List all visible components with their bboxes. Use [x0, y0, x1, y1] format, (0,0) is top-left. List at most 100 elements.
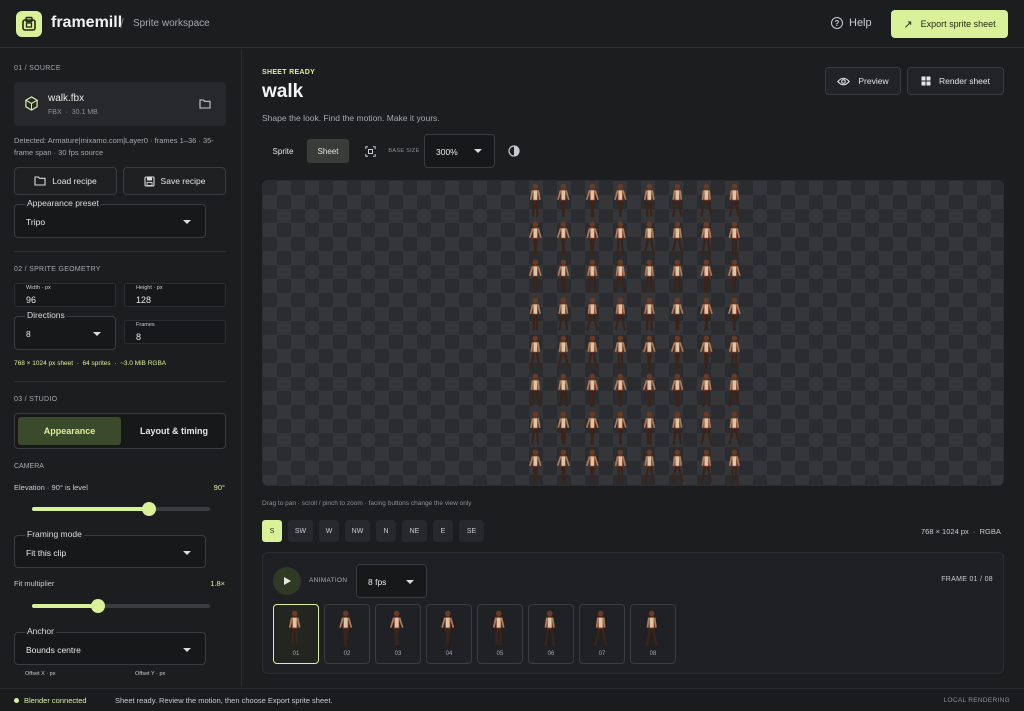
sheet-summary: 768 × 1024 px sheet · 64 sprites · ~3.0 …: [14, 360, 167, 367]
sprite-cell: [664, 371, 693, 409]
direction-button-w[interactable]: W: [319, 520, 339, 542]
load-recipe-button[interactable]: Load recipe: [14, 167, 117, 195]
direction-button-sw[interactable]: SW: [288, 520, 313, 542]
base-size-select[interactable]: 300%: [424, 134, 495, 168]
tab-sheet[interactable]: Sheet: [307, 139, 349, 163]
base-size-label: BASE SIZE: [388, 148, 420, 154]
anchor-select[interactable]: Anchor Bounds centre: [14, 626, 206, 665]
sprite-cell: [521, 257, 550, 295]
framing-mode-label: Framing mode: [25, 529, 84, 539]
frame-figure: [542, 610, 557, 652]
frame-number: 07: [598, 651, 606, 657]
sheet-format: RGBA: [979, 527, 1001, 536]
frame-thumbnail[interactable]: 08: [630, 604, 676, 664]
sprite-cell: [692, 371, 721, 409]
direction-button-se[interactable]: SE: [459, 520, 484, 542]
sprite-cell: [607, 447, 636, 485]
frame-number: 08: [649, 651, 657, 657]
sprite-cell: [521, 219, 550, 257]
frame-thumbnail[interactable]: 03: [375, 604, 421, 664]
preview-button[interactable]: Preview: [825, 67, 901, 95]
frame-thumbnail[interactable]: 06: [528, 604, 574, 664]
frame-thumbnail[interactable]: 01: [273, 604, 319, 664]
sprite-cell: [664, 409, 693, 447]
direction-button-s[interactable]: S: [262, 520, 282, 542]
width-field[interactable]: Width · px 96: [14, 283, 116, 307]
tab-layout-timing[interactable]: Layout & timing: [125, 417, 223, 445]
folder-icon[interactable]: [199, 98, 211, 109]
render-sheet-button[interactable]: Render sheet: [907, 67, 1004, 95]
sprite-cell: [664, 295, 693, 333]
frame-thumbnail[interactable]: 04: [426, 604, 472, 664]
play-button[interactable]: [273, 567, 301, 595]
elevation-slider[interactable]: [32, 502, 210, 516]
direction-button-e[interactable]: E: [433, 520, 453, 542]
anchor-label: Anchor: [25, 626, 56, 636]
sidebar: 01 / SOURCE walk.fbx FBX · 30.1 MB Detec…: [0, 49, 242, 687]
frame-number: 03: [394, 651, 402, 657]
section-title-geometry: 02 / SPRITE GEOMETRY: [14, 266, 101, 273]
tab-sprite[interactable]: Sprite: [262, 139, 304, 163]
sprite-cell: [550, 371, 579, 409]
fps-select[interactable]: 8 fps: [356, 564, 427, 598]
sprite-cell: [635, 447, 664, 485]
sprite-cell: [550, 409, 579, 447]
fit-view-icon[interactable]: [362, 139, 378, 163]
save-recipe-button[interactable]: Save recipe: [123, 167, 226, 195]
direction-button-n[interactable]: N: [376, 520, 396, 542]
sprite-cell: [550, 181, 579, 219]
contrast-icon[interactable]: [506, 139, 522, 163]
frame-thumbnail[interactable]: 02: [324, 604, 370, 664]
sprite-cell: [521, 371, 550, 409]
slider-handle[interactable]: [142, 502, 157, 516]
export-sprite-sheet-button[interactable]: ↗ Export sprite sheet: [891, 10, 1008, 38]
tab-appearance[interactable]: Appearance: [18, 417, 121, 445]
divider: [14, 381, 226, 382]
frame-counter: FRAME 01 / 08: [941, 576, 993, 583]
base-size-value: 300%: [436, 147, 458, 157]
height-field[interactable]: Height · px 128: [124, 283, 226, 307]
framing-mode-select[interactable]: Framing mode Fit this clip: [14, 529, 206, 568]
frame-number: 06: [547, 651, 555, 657]
slider-handle[interactable]: [90, 599, 105, 613]
frame-number: 04: [445, 651, 453, 657]
help-label: Help: [849, 17, 872, 29]
sprite-cell: [521, 181, 550, 219]
sprite-sheet-canvas[interactable]: [262, 180, 1004, 486]
sprite-cell: [692, 409, 721, 447]
appearance-preset-value: Tripo: [26, 217, 46, 227]
connection-dot-icon: [14, 698, 19, 703]
direction-button-nw[interactable]: NW: [345, 520, 370, 542]
sprite-cell: [607, 295, 636, 333]
sprite-cell: [635, 219, 664, 257]
source-file-card[interactable]: walk.fbx FBX · 30.1 MB: [14, 82, 226, 126]
app-logo-icon[interactable]: [16, 11, 42, 37]
frames-field[interactable]: Frames 8: [124, 320, 226, 344]
appearance-preset-select[interactable]: Appearance preset Tripo: [14, 198, 206, 238]
directions-select[interactable]: Directions 8: [14, 310, 116, 350]
frame-figure: [287, 610, 302, 652]
frame-figure: [593, 610, 608, 652]
sprite-cell: [664, 181, 693, 219]
frame-thumbnail[interactable]: 05: [477, 604, 523, 664]
direction-button-ne[interactable]: NE: [402, 520, 427, 542]
frame-thumbnail[interactable]: 07: [579, 604, 625, 664]
save-recipe-label: Save recipe: [160, 176, 206, 186]
file-name: walk.fbx: [48, 93, 85, 104]
sprite-cell: [607, 409, 636, 447]
fit-multiplier-slider[interactable]: [32, 599, 210, 613]
preview-label: Preview: [858, 76, 889, 86]
save-icon: [143, 175, 155, 187]
sprite-cell: [635, 295, 664, 333]
sprite-cell: [607, 333, 636, 371]
model-cube-icon: [25, 96, 38, 111]
rendering-mode: LOCAL RENDERING: [943, 697, 1010, 704]
help-button[interactable]: ? Help: [831, 17, 872, 29]
file-type: FBX: [48, 109, 62, 116]
breadcrumb-separator: /: [120, 15, 124, 31]
play-icon: [284, 577, 291, 585]
frame-figure: [644, 610, 659, 652]
slider-fill: [32, 507, 150, 511]
appearance-preset-label: Appearance preset: [25, 198, 101, 208]
chevron-down-icon: [183, 551, 191, 555]
